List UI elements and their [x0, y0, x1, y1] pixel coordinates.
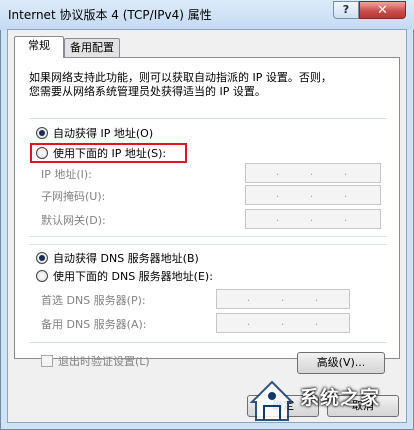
auto-dns-label[interactable]: 自动获得 DNS 服务器地址(B)	[53, 250, 199, 266]
ip-dot: .	[315, 317, 319, 328]
preferred-dns-input[interactable]: . . .	[216, 289, 350, 309]
advanced-button[interactable]: 高级(V)...	[297, 352, 385, 374]
tab-general[interactable]: 常规	[14, 36, 64, 58]
description-line-2: 您需要从网络系统管理员处获得适当的 IP 设置。	[29, 85, 266, 98]
alternate-dns-label: 备用 DNS 服务器(A):	[41, 318, 147, 331]
ip-dot: .	[310, 189, 314, 200]
dns-group-bottom-border	[29, 342, 387, 343]
ip-dot: .	[344, 167, 348, 178]
ip-dot: .	[247, 293, 251, 304]
ip-dot: .	[281, 293, 285, 304]
close-button[interactable]: ✕	[359, 1, 406, 19]
ip-dot: .	[276, 189, 280, 200]
window-title: Internet 协议版本 4 (TCP/IPv4) 属性	[8, 8, 212, 22]
ip-dot: .	[310, 213, 314, 224]
ip-dot: .	[276, 213, 280, 224]
ip-dot: .	[247, 317, 251, 328]
ip-dot: .	[281, 317, 285, 328]
manual-dns-radio[interactable]	[36, 270, 48, 282]
preferred-dns-label: 首选 DNS 服务器(P):	[41, 294, 146, 307]
default-gateway-input[interactable]: . . .	[245, 209, 381, 229]
validate-on-exit-label[interactable]: 退出时验证设置(L)	[58, 353, 150, 369]
watermark-logo	[249, 380, 295, 421]
ip-dot: .	[315, 293, 319, 304]
manual-dns-label[interactable]: 使用下面的 DNS 服务器地址(E):	[53, 268, 213, 284]
ip-dot: .	[344, 213, 348, 224]
ip-address-label: IP 地址(I):	[41, 168, 92, 181]
auto-dns-radio[interactable]	[36, 252, 48, 264]
highlight-box	[30, 143, 187, 163]
ip-address-input[interactable]: . . .	[245, 163, 381, 183]
default-gateway-label: 默认网关(D):	[41, 214, 106, 227]
tab-alternate-configuration[interactable]: 备用配置	[64, 38, 120, 58]
dns-group-top-border	[29, 244, 387, 245]
subnet-mask-label: 子网掩码(U):	[41, 190, 106, 203]
ip-dot: .	[276, 167, 280, 178]
auto-ip-label[interactable]: 自动获得 IP 地址(O)	[53, 125, 153, 141]
subnet-mask-input[interactable]: . . .	[245, 185, 381, 205]
alternate-dns-input[interactable]: . . .	[216, 313, 350, 333]
ip-dot: .	[344, 189, 348, 200]
help-button[interactable]: ?	[333, 1, 359, 19]
ip-group-top-border	[29, 118, 387, 119]
validate-on-exit-checkbox[interactable]	[41, 355, 53, 367]
ip-dot: .	[310, 167, 314, 178]
auto-ip-radio[interactable]	[36, 127, 48, 139]
ip-group-bottom-border	[29, 236, 387, 237]
watermark-text: 系统之家	[300, 387, 381, 409]
